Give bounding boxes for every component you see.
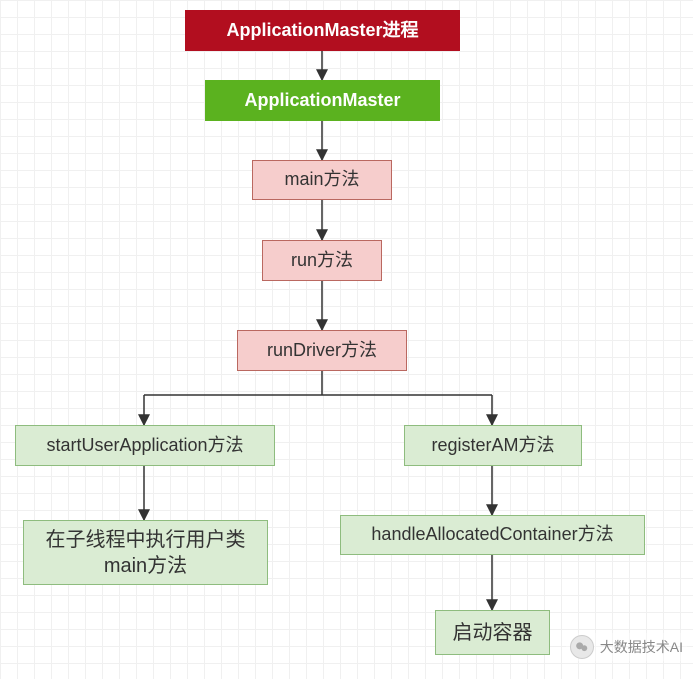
node-run-method: run方法 <box>262 240 382 281</box>
node-label: main方法 <box>284 168 359 191</box>
node-label: startUserApplication方法 <box>46 434 243 457</box>
node-execute-user-main-in-subthread: 在子线程中执行用户类main方法 <box>23 520 268 585</box>
node-application-master-process: ApplicationMaster进程 <box>185 10 460 51</box>
node-handleallocatedcontainer-method: handleAllocatedContainer方法 <box>340 515 645 555</box>
node-application-master: ApplicationMaster <box>205 80 440 121</box>
node-startuserapplication-method: startUserApplication方法 <box>15 425 275 466</box>
node-label: 在子线程中执行用户类main方法 <box>32 527 259 579</box>
node-label: run方法 <box>291 249 353 272</box>
node-label: handleAllocatedContainer方法 <box>371 523 613 546</box>
node-label: ApplicationMaster <box>244 89 400 112</box>
node-rundriver-method: runDriver方法 <box>237 330 407 371</box>
node-label: ApplicationMaster进程 <box>226 19 418 42</box>
node-label: 启动容器 <box>453 620 533 646</box>
watermark-text: 大数据技术AI <box>600 637 683 657</box>
node-main-method: main方法 <box>252 160 392 200</box>
watermark: 大数据技术AI <box>566 633 687 661</box>
node-registeram-method: registerAM方法 <box>404 425 582 466</box>
node-start-container: 启动容器 <box>435 610 550 655</box>
node-label: runDriver方法 <box>267 339 377 362</box>
node-label: registerAM方法 <box>431 434 554 457</box>
wechat-icon <box>570 635 594 659</box>
